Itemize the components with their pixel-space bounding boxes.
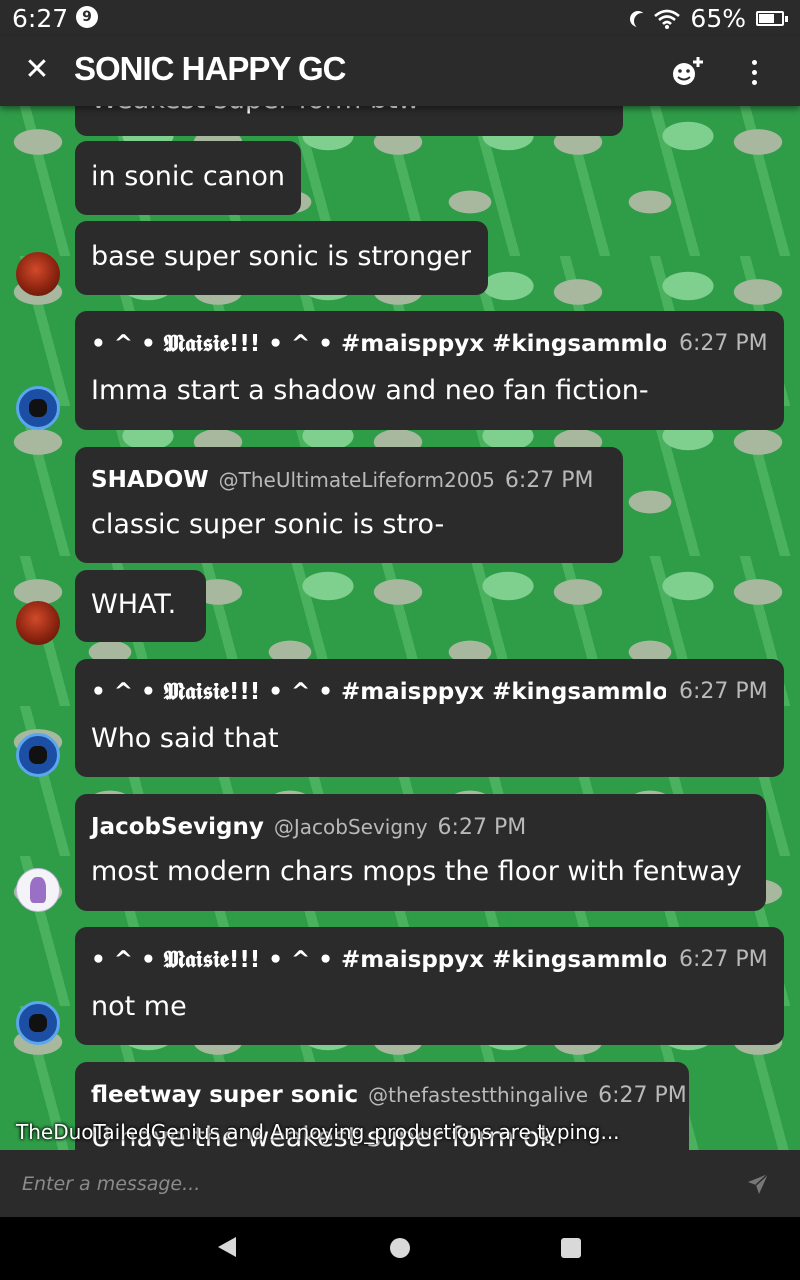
- message-time: 6:27 PM: [598, 1083, 687, 1108]
- message-text: Imma start a shadow and neo fan fiction-: [91, 375, 649, 406]
- back-icon[interactable]: [218, 1237, 236, 1257]
- wifi-icon: [654, 9, 681, 29]
- message-bubble[interactable]: • ^ • 𝕸𝖆𝖎𝖘𝖎𝖊!!! • ^ • #maisppyx #kingsam…: [75, 659, 784, 777]
- message-header: SHADOW @TheUltimateLifeform2005 6:27 PM: [91, 467, 594, 493]
- status-icons: 65%: [628, 4, 788, 33]
- message-text: classic super sonic is stro-: [91, 509, 445, 540]
- message-time: 6:27 PM: [504, 468, 594, 493]
- message-time: 6:27 PM: [437, 815, 527, 840]
- more-options-button[interactable]: [744, 54, 764, 90]
- moon-icon: [634, 13, 650, 29]
- message-composer: [0, 1150, 800, 1217]
- message-author: fleetway super sonic: [91, 1082, 359, 1108]
- typing-indicator: TheDuoTailedGenius and Annoying_producti…: [16, 1120, 620, 1144]
- notification-count-badge: 9: [76, 6, 98, 28]
- message-bubble[interactable]: JacobSevigny @JacobSevigny 6:27 PM most …: [75, 794, 766, 911]
- message-text: base super sonic is stronger: [91, 241, 471, 272]
- message-bubble[interactable]: • ^ • 𝕸𝖆𝖎𝖘𝖎𝖊!!! • ^ • #maisppyx #kingsam…: [75, 311, 784, 430]
- message-bubble[interactable]: SHADOW @TheUltimateLifeform2005 6:27 PM …: [75, 447, 623, 563]
- avatar[interactable]: [16, 252, 60, 296]
- message-bubble[interactable]: WHAT.: [75, 570, 206, 642]
- avatar[interactable]: [16, 601, 60, 645]
- home-icon[interactable]: [390, 1238, 410, 1258]
- message-handle: @thefastestthingalive: [368, 1083, 589, 1107]
- more-vert-icon: [751, 59, 757, 65]
- message-time: 6:27 PM: [679, 331, 768, 356]
- message-bubble[interactable]: • ^ • 𝕸𝖆𝖎𝖘𝖎𝖊!!! • ^ • #maisppyx #kingsam…: [75, 927, 784, 1045]
- add-member-button[interactable]: [668, 54, 708, 90]
- avatar[interactable]: [16, 733, 60, 777]
- message-bubble[interactable]: in sonic canon: [75, 141, 301, 215]
- message-text: Who said that: [91, 723, 279, 754]
- message-text: most modern chars mops the floor with fe…: [91, 856, 742, 887]
- add-member-icon: [673, 57, 703, 85]
- chat-message-list[interactable]: Weakest super form btw in sonic canon ba…: [0, 106, 800, 1150]
- message-author: SHADOW: [91, 467, 209, 493]
- battery-icon: [756, 11, 788, 26]
- message-text: in sonic canon: [91, 161, 285, 192]
- close-button[interactable]: ✕: [20, 50, 54, 90]
- message-time: 6:27 PM: [679, 679, 768, 704]
- battery-percent: 65%: [690, 4, 746, 33]
- message-author: JacobSevigny: [91, 814, 264, 840]
- message-handle: @JacobSevigny: [273, 815, 428, 839]
- status-bar: 6:27 9 65%: [0, 0, 800, 36]
- message-author: • ^ • 𝕸𝖆𝖎𝖘𝖎𝖊!!! • ^ • #maisppyx #kingsam…: [91, 679, 666, 705]
- message-header: JacobSevigny @JacobSevigny 6:27 PM: [91, 814, 526, 840]
- system-nav-bar: [0, 1217, 800, 1280]
- message-bubble[interactable]: Weakest super form btw: [75, 106, 623, 136]
- message-author: • ^ • 𝕸𝖆𝖎𝖘𝖎𝖊!!! • ^ • #maisppyx #kingsam…: [91, 331, 666, 357]
- chat-title: SONIC HAPPY GC: [74, 50, 346, 87]
- send-button[interactable]: [746, 1172, 770, 1196]
- message-time: 6:27 PM: [679, 947, 768, 972]
- message-header: fleetway super sonic @thefastestthingali…: [91, 1082, 687, 1108]
- send-icon: [748, 1173, 769, 1194]
- message-input[interactable]: [0, 1150, 720, 1217]
- avatar[interactable]: [16, 1001, 60, 1045]
- recents-icon[interactable]: [561, 1238, 581, 1258]
- message-handle: @TheUltimateLifeform2005: [218, 468, 495, 492]
- status-time: 6:27: [12, 4, 69, 33]
- message-text: Weakest super form btw: [91, 106, 420, 115]
- message-text: WHAT.: [91, 589, 177, 620]
- message-text: not me: [91, 991, 187, 1022]
- app-bar: ✕ SONIC HAPPY GC: [0, 36, 800, 106]
- message-bubble[interactable]: base super sonic is stronger: [75, 221, 488, 295]
- avatar[interactable]: [16, 868, 60, 912]
- message-author: • ^ • 𝕸𝖆𝖎𝖘𝖎𝖊!!! • ^ • #maisppyx #kingsam…: [91, 947, 666, 973]
- avatar[interactable]: [16, 386, 60, 430]
